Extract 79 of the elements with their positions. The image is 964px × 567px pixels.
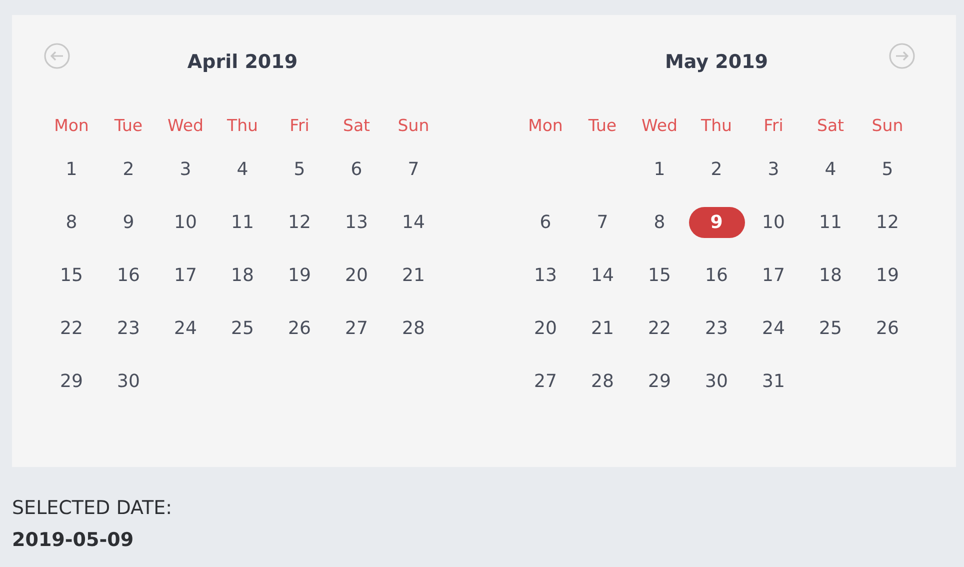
month-title: April 2019 xyxy=(186,51,299,73)
day-cell[interactable]: 2 xyxy=(100,154,156,185)
weekday-label: Tue xyxy=(588,116,617,134)
weekday-label: Sun xyxy=(398,116,430,134)
day-cell[interactable]: 29 xyxy=(632,366,688,397)
day-cell[interactable]: 30 xyxy=(100,366,156,397)
day-cell[interactable]: 11 xyxy=(214,207,270,238)
day-cell[interactable]: 10 xyxy=(746,207,802,238)
weekday-label: Wed xyxy=(168,116,204,134)
day-cell[interactable]: 14 xyxy=(386,207,442,238)
day-cell[interactable]: 7 xyxy=(574,207,630,238)
day-cell[interactable]: 16 xyxy=(688,260,744,291)
day-cell[interactable]: 25 xyxy=(802,313,858,344)
day-cell[interactable]: 2 xyxy=(688,154,744,185)
weekday-label: Wed xyxy=(642,116,678,134)
day-cell[interactable]: 1 xyxy=(632,154,688,185)
day-cell[interactable]: 15 xyxy=(44,260,100,291)
day-cell[interactable]: 7 xyxy=(386,154,442,185)
weekday-label: Thu xyxy=(701,116,732,134)
day-cell[interactable]: 16 xyxy=(100,260,156,291)
day-cell[interactable]: 27 xyxy=(328,313,384,344)
day-cell[interactable]: 9 xyxy=(688,207,744,238)
weekday-label: Sun xyxy=(872,116,904,134)
day-cell[interactable]: 4 xyxy=(802,154,858,185)
day-cell[interactable]: 29 xyxy=(44,366,100,397)
day-cell[interactable]: 3 xyxy=(158,154,214,185)
weekday-label: Thu xyxy=(227,116,258,134)
day-cell[interactable]: 20 xyxy=(518,313,574,344)
weekday-label: Mon xyxy=(54,116,89,134)
day-cell[interactable]: 19 xyxy=(860,260,916,291)
day-cell[interactable]: 17 xyxy=(746,260,802,291)
day-cell[interactable]: 30 xyxy=(688,366,744,397)
day-cell[interactable]: 27 xyxy=(518,366,574,397)
day-cell[interactable]: 15 xyxy=(632,260,688,291)
day-cell[interactable]: 11 xyxy=(802,207,858,238)
day-cell[interactable]: 1 xyxy=(44,154,100,185)
day-cell[interactable]: 28 xyxy=(574,366,630,397)
day-cell[interactable]: 26 xyxy=(272,313,328,344)
day-cell[interactable]: 13 xyxy=(328,207,384,238)
day-cell[interactable]: 22 xyxy=(632,313,688,344)
day-cell[interactable]: 10 xyxy=(158,207,214,238)
day-cell[interactable]: 6 xyxy=(328,154,384,185)
day-cell[interactable]: 12 xyxy=(272,207,328,238)
day-cell[interactable]: 5 xyxy=(860,154,916,185)
day-cell[interactable]: 21 xyxy=(574,313,630,344)
day-cell[interactable]: 8 xyxy=(632,207,688,238)
day-cell[interactable]: 13 xyxy=(518,260,574,291)
day-cell[interactable]: 12 xyxy=(860,207,916,238)
day-cell[interactable]: 9 xyxy=(100,207,156,238)
weekday-label: Mon xyxy=(528,116,563,134)
weekday-label: Fri xyxy=(764,116,784,134)
day-cell[interactable]: 31 xyxy=(746,366,802,397)
month-title: May 2019 xyxy=(664,51,770,73)
day-cell[interactable]: 5 xyxy=(272,154,328,185)
day-cell[interactable]: 6 xyxy=(518,207,574,238)
weekday-label: Tue xyxy=(114,116,143,134)
day-cell[interactable]: 17 xyxy=(158,260,214,291)
day-cell[interactable]: 20 xyxy=(328,260,384,291)
day-cell[interactable]: 25 xyxy=(214,313,270,344)
weekday-label: Fri xyxy=(290,116,310,134)
day-cell[interactable]: 26 xyxy=(860,313,916,344)
day-cell[interactable]: 28 xyxy=(386,313,442,344)
day-cell[interactable]: 24 xyxy=(158,313,214,344)
day-cell[interactable]: 14 xyxy=(574,260,630,291)
selected-date-label: SELECTED DATE: xyxy=(12,497,174,519)
day-cell[interactable]: 8 xyxy=(44,207,100,238)
weekday-label: Sat xyxy=(342,116,370,134)
day-cell[interactable]: 22 xyxy=(44,313,100,344)
weekday-label: Sat xyxy=(816,116,844,134)
day-cell[interactable]: 3 xyxy=(746,154,802,185)
selected-date-value: 2019-05-09 xyxy=(12,529,135,551)
day-cell[interactable]: 23 xyxy=(688,313,744,344)
day-cell[interactable]: 21 xyxy=(386,260,442,291)
day-cell[interactable]: 19 xyxy=(272,260,328,291)
day-cell[interactable]: 4 xyxy=(214,154,270,185)
day-cell[interactable]: 23 xyxy=(100,313,156,344)
day-cell[interactable]: 18 xyxy=(214,260,270,291)
day-cell[interactable]: 18 xyxy=(802,260,858,291)
day-cell[interactable]: 24 xyxy=(746,313,802,344)
